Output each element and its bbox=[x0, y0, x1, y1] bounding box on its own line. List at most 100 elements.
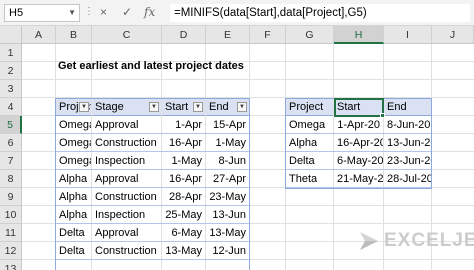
column-header-f[interactable]: F bbox=[250, 26, 286, 44]
table-cell-text: Construction bbox=[95, 191, 157, 203]
summary-cell[interactable]: Alpha bbox=[286, 134, 333, 152]
table-cell[interactable]: Construction bbox=[92, 242, 161, 260]
table-cell[interactable]: 27-Apr bbox=[206, 170, 249, 188]
table-header-stage[interactable]: Stage ▼ bbox=[92, 98, 161, 116]
table-cell[interactable]: 23-May bbox=[206, 188, 249, 206]
row-header-12[interactable]: 12 bbox=[0, 242, 22, 260]
table-cell[interactable]: 28-Apr bbox=[162, 188, 205, 206]
summary-header-end-text: End bbox=[387, 101, 407, 113]
column-header-g[interactable]: G bbox=[286, 26, 334, 44]
column-header-j[interactable]: J bbox=[432, 26, 474, 44]
table-cell[interactable]: Approval bbox=[92, 224, 161, 242]
row-header-4[interactable]: 4 bbox=[0, 98, 22, 116]
table-cell[interactable]: Approval bbox=[92, 170, 161, 188]
column-header-c[interactable]: C bbox=[92, 26, 162, 44]
column-header-e[interactable]: E bbox=[206, 26, 250, 44]
table-cell-text: Omega bbox=[59, 155, 91, 167]
summary-cell[interactable]: 23-Jun-20 bbox=[384, 152, 431, 170]
table-cell[interactable]: Alpha bbox=[56, 170, 91, 188]
table-cell[interactable]: 15-Apr bbox=[206, 116, 249, 134]
row-header-6[interactable]: 6 bbox=[0, 134, 22, 152]
summary-cell[interactable]: 8-Jun-20 bbox=[384, 116, 431, 134]
row-header-5[interactable]: 5 bbox=[0, 116, 22, 134]
row-header-2[interactable]: 2 bbox=[0, 62, 22, 80]
summary-cell[interactable]: 1-Apr-20 bbox=[334, 116, 383, 134]
column-header-h[interactable]: H bbox=[334, 26, 384, 44]
select-all-corner[interactable] bbox=[0, 26, 22, 44]
row-header-13[interactable]: 13 bbox=[0, 260, 22, 270]
insert-function-icon[interactable]: fx bbox=[144, 4, 155, 20]
table-cell[interactable]: Alpha bbox=[56, 188, 91, 206]
table-cell[interactable]: Delta bbox=[56, 224, 91, 242]
table-cell[interactable]: 13-Jun bbox=[206, 206, 249, 224]
filter-dropdown-icon[interactable]: ▼ bbox=[79, 102, 89, 112]
row-header-9[interactable]: 9 bbox=[0, 188, 22, 206]
fill-handle[interactable] bbox=[380, 113, 385, 118]
table-cell-text: Approval bbox=[95, 173, 139, 185]
summary-header-project[interactable]: Project bbox=[286, 98, 333, 116]
table-cell-text: 16-Apr bbox=[168, 137, 202, 149]
table-cell[interactable]: Inspection bbox=[92, 206, 161, 224]
column-header-b[interactable]: B bbox=[56, 26, 92, 44]
table-cell[interactable]: Construction bbox=[92, 188, 161, 206]
summary-cell[interactable]: 21-May-20 bbox=[334, 170, 383, 188]
row-header-11[interactable]: 11 bbox=[0, 224, 22, 242]
summary-cell[interactable]: Theta bbox=[286, 170, 333, 188]
table-cell[interactable]: 13-May bbox=[206, 224, 249, 242]
table-cell[interactable]: 6-May bbox=[162, 224, 205, 242]
table-cell[interactable]: 1-Apr bbox=[162, 116, 205, 134]
table-header-end-text: End bbox=[209, 101, 229, 113]
summary-cell[interactable]: 28-Jul-20 bbox=[384, 170, 431, 188]
table-cell[interactable]: 1-May bbox=[162, 152, 205, 170]
table-cell[interactable]: Delta bbox=[56, 242, 91, 260]
table-cell[interactable]: Alpha bbox=[56, 206, 91, 224]
table-header-project[interactable]: Project ▼ bbox=[56, 98, 91, 116]
table-cell[interactable]: Omega bbox=[56, 116, 91, 134]
row-header-7[interactable]: 7 bbox=[0, 152, 22, 170]
row-header-10[interactable]: 10 bbox=[0, 206, 22, 224]
name-box[interactable]: H5 ▼ bbox=[4, 4, 80, 22]
column-header-d[interactable]: D bbox=[162, 26, 206, 44]
table-header-start[interactable]: Start ▼ bbox=[162, 98, 205, 116]
summary-cell[interactable]: Omega bbox=[286, 116, 333, 134]
table-cell[interactable]: 12-Jun bbox=[206, 242, 249, 260]
column-header-i[interactable]: I bbox=[384, 26, 432, 44]
table-cell-text: Omega bbox=[59, 119, 91, 131]
summary-cell[interactable]: 6-May-20 bbox=[334, 152, 383, 170]
column-header-a[interactable]: A bbox=[22, 26, 56, 44]
table-cell[interactable]: Omega bbox=[56, 134, 91, 152]
summary-cell-text: 6-May-20 bbox=[337, 155, 383, 167]
filter-dropdown-icon[interactable]: ▼ bbox=[237, 102, 247, 112]
chevron-down-icon[interactable]: ▼ bbox=[68, 5, 76, 21]
table-cell[interactable]: 8-Jun bbox=[206, 152, 249, 170]
summary-cell[interactable]: Delta bbox=[286, 152, 333, 170]
row-header-8[interactable]: 8 bbox=[0, 170, 22, 188]
table-cell[interactable]: 16-Apr bbox=[162, 134, 205, 152]
table-cell[interactable]: 13-May bbox=[162, 242, 205, 260]
filter-dropdown-icon[interactable]: ▼ bbox=[193, 102, 203, 112]
summary-cell[interactable]: 13-Jun-20 bbox=[384, 134, 431, 152]
row-header-1[interactable]: 1 bbox=[0, 44, 22, 62]
summary-row-divider bbox=[286, 187, 432, 188]
table-cell[interactable]: Construction bbox=[92, 134, 161, 152]
table-header-end[interactable]: End ▼ bbox=[206, 98, 249, 116]
table-cell-text: 12-Jun bbox=[212, 245, 246, 257]
formula-input[interactable]: =MINIFS(data[Start],data[Project],G5) bbox=[170, 4, 470, 22]
active-cell-outline bbox=[334, 98, 384, 117]
cancel-icon[interactable]: × bbox=[100, 4, 107, 20]
enter-icon[interactable]: ✓ bbox=[122, 4, 132, 20]
table-cell[interactable]: 1-May bbox=[206, 134, 249, 152]
table-cell[interactable]: Approval bbox=[92, 116, 161, 134]
gridline-column bbox=[249, 44, 250, 270]
summary-cell[interactable]: 16-Apr-20 bbox=[334, 134, 383, 152]
table-cell[interactable]: Omega bbox=[56, 152, 91, 170]
table-cell[interactable]: Inspection bbox=[92, 152, 161, 170]
table-cell-text: 13-Jun bbox=[212, 209, 246, 221]
filter-dropdown-icon[interactable]: ▼ bbox=[149, 102, 159, 112]
summary-cell-text: 16-Apr-20 bbox=[337, 137, 383, 149]
table-cell[interactable]: 16-Apr bbox=[162, 170, 205, 188]
row-header-3[interactable]: 3 bbox=[0, 80, 22, 98]
table-cell[interactable]: 25-May bbox=[162, 206, 205, 224]
summary-header-end[interactable]: End bbox=[384, 98, 431, 116]
gridline-row bbox=[22, 79, 474, 80]
